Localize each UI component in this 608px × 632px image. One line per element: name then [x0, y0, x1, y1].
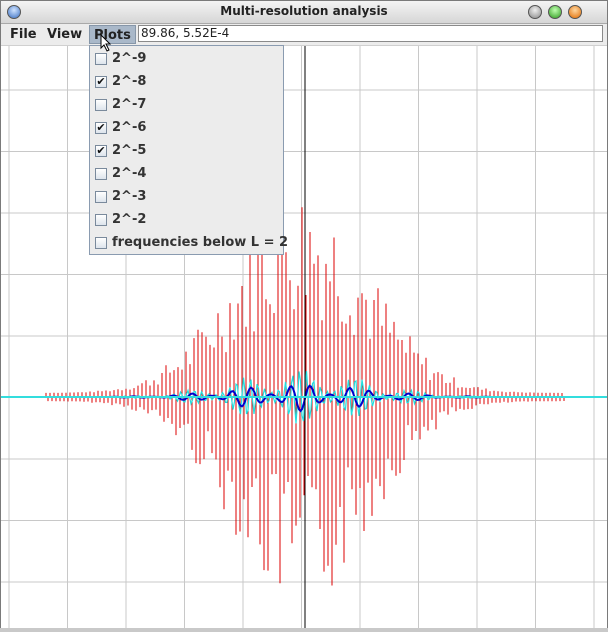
plots-menu-item[interactable]: 2^-4 [94, 164, 282, 184]
plots-menu-item-label: 2^-6 [112, 120, 147, 135]
plots-menu-item[interactable]: 2^-2 [94, 210, 282, 230]
plots-dropdown-menu: 2^-9 ✔ 2^-8 2^-7 ✔ 2^-6 ✔ 2^-5 2^-4 2^-3 2^-2 frequ… [89, 45, 288, 255]
plots-menu-item-label: 2^-3 [112, 189, 147, 204]
plots-menu-item[interactable]: ✔ 2^-8 [94, 72, 282, 92]
checkbox[interactable] [95, 191, 107, 203]
plots-menu-item-label: 2^-4 [112, 166, 147, 181]
plots-menu-item[interactable]: 2^-7 [94, 95, 282, 115]
menu-bar: File View Plots 89.86, 5.52E-4 [1, 24, 607, 46]
plots-menu-item-label: 2^-2 [112, 212, 147, 227]
checkbox[interactable]: ✔ [95, 122, 107, 134]
plots-menu-item[interactable]: 2^-9 [94, 49, 282, 69]
checkbox[interactable] [95, 168, 107, 180]
app-window: Multi-resolution analysis File View Plot… [0, 0, 608, 628]
mouse-pointer-icon [100, 34, 112, 52]
minimize-icon[interactable] [528, 5, 542, 19]
checkbox[interactable]: ✔ [95, 145, 107, 157]
close-icon[interactable] [568, 5, 582, 19]
checkbox[interactable] [95, 237, 107, 249]
menu-file[interactable]: File [6, 25, 41, 44]
plots-menu-item[interactable]: 2^-3 [94, 187, 282, 207]
title-bar: Multi-resolution analysis [1, 1, 607, 24]
coordinate-readout[interactable]: 89.86, 5.52E-4 [138, 25, 603, 42]
menu-view[interactable]: View [43, 25, 86, 44]
plots-menu-item-label: frequencies below L = 2 [112, 235, 289, 250]
window-title: Multi-resolution analysis [220, 4, 388, 18]
checkbox[interactable]: ✔ [95, 76, 107, 88]
plots-menu-item-label: 2^-7 [112, 97, 147, 112]
checkbox[interactable] [95, 214, 107, 226]
menu-plots[interactable]: Plots [89, 25, 136, 44]
plots-menu-item-label: 2^-8 [112, 74, 147, 89]
plots-menu-item[interactable]: ✔ 2^-5 [94, 141, 282, 161]
checkbox[interactable] [95, 53, 107, 65]
checkbox[interactable] [95, 99, 107, 111]
plots-menu-item[interactable]: ✔ 2^-6 [94, 118, 282, 138]
plots-menu-item-label: 2^-5 [112, 143, 147, 158]
plots-menu-item[interactable]: frequencies below L = 2 [94, 233, 288, 253]
plots-menu-item-label: 2^-9 [112, 51, 147, 66]
maximize-icon[interactable] [548, 5, 562, 19]
